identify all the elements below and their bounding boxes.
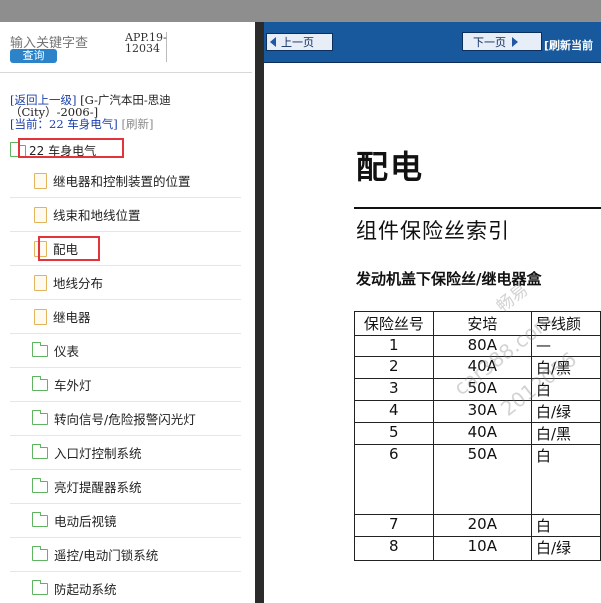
tree-item[interactable]: 继电器和控制装置的位置	[10, 164, 241, 198]
tree-item[interactable]: 线束和地线位置	[10, 198, 241, 232]
tree-item[interactable]: 入口灯控制系统	[10, 436, 241, 470]
table-row: 5 40A 白/黑	[354, 422, 601, 445]
table-cell: 白/黑	[531, 422, 601, 445]
refresh-current-link[interactable]: [刷新当前	[544, 37, 593, 53]
table-cell: 10A	[432, 536, 533, 561]
tree-item-label: 继电器	[53, 310, 91, 325]
folder-icon	[32, 477, 48, 493]
table-cell: 6	[354, 444, 434, 515]
tree-item-label: 车外灯	[54, 378, 92, 393]
tree-item[interactable]: 地线分布	[10, 266, 241, 300]
folder-icon	[32, 545, 48, 561]
current-value: 22 车身电气	[49, 117, 114, 131]
tree-item-label: 线束和地线位置	[53, 208, 141, 223]
highlight-box	[38, 236, 100, 261]
table-cell: 白/绿	[531, 400, 601, 423]
table-row: 4 30A 白/绿	[354, 400, 601, 423]
tree-item-label: 地线分布	[53, 276, 104, 291]
table-cell: 50A	[432, 444, 533, 515]
prev-page-label: 上一页	[281, 36, 314, 49]
folder-icon	[32, 511, 48, 527]
refresh-link[interactable]: [刷新]	[121, 117, 153, 131]
tree-item[interactable]: 转向信号/危险报警闪光灯	[10, 402, 241, 436]
table-cell: 白	[531, 444, 601, 515]
tree-item-label: 电动后视镜	[54, 514, 117, 529]
table-cell: 8	[354, 536, 434, 561]
tree-item[interactable]: 亮灯提醒器系统	[10, 470, 241, 504]
table-cell: 7	[354, 514, 434, 537]
tree-item-label: 继电器和控制装置的位置	[53, 174, 191, 189]
document-viewer: 上一页 下一页 [刷新当前 配电 组件保险丝索引 发动机盖下保险丝/继电器盒 保…	[264, 22, 601, 603]
file-icon	[34, 172, 47, 189]
current-label: [当前：	[10, 117, 49, 131]
tree-item-label: 遥控/电动门锁系统	[54, 548, 159, 563]
table-row: 8 10A 白/绿	[354, 536, 601, 561]
table-row: 7 20A 白	[354, 514, 601, 537]
doc-subtitle: 组件保险丝索引	[356, 219, 510, 243]
table-cell: 白/绿	[531, 536, 601, 561]
search-button[interactable]: 查询	[10, 49, 57, 63]
file-icon	[34, 206, 47, 223]
breadcrumb: [返回上一级] [G-广汽本田-思迪（City）-2006-] [当前：22 车…	[10, 94, 245, 130]
tree-item-label: 防起动系统	[54, 582, 117, 597]
table-header: 保险丝号	[354, 311, 434, 336]
next-page-button[interactable]: 下一页	[462, 32, 542, 51]
divider-line	[0, 72, 252, 73]
arrow-right-icon	[512, 36, 518, 47]
folder-icon	[32, 579, 48, 595]
next-page-label: 下一页	[473, 35, 506, 49]
file-icon	[34, 308, 47, 325]
doc-title: 配电	[356, 148, 425, 186]
tree-item[interactable]: 仪表	[10, 334, 241, 368]
tree-item[interactable]: 遥控/电动门锁系统	[10, 538, 241, 572]
viewer-toolbar: 上一页 下一页 [刷新当前	[264, 22, 601, 62]
current-close: ]	[113, 117, 118, 131]
pane-divider[interactable]	[255, 22, 264, 603]
file-icon	[34, 274, 47, 291]
tree-item-label: 转向信号/危险报警闪光灯	[54, 412, 196, 427]
folder-icon	[32, 409, 48, 425]
table-row: 6 50A 白	[354, 444, 601, 515]
doc-rule	[354, 207, 601, 209]
table-cell: 4	[354, 400, 434, 423]
table-cell: 40A	[432, 422, 533, 445]
arrow-left-icon	[270, 37, 276, 47]
table-cell: 3	[354, 378, 434, 401]
folder-icon	[32, 443, 48, 459]
tree-item[interactable]: 防起动系统	[10, 572, 241, 603]
tree-item[interactable]: 车外灯	[10, 368, 241, 402]
tree-item-label: 亮灯提醒器系统	[54, 480, 142, 495]
prev-page-button[interactable]: 上一页	[266, 33, 333, 51]
tree-item[interactable]: 继电器	[10, 300, 241, 334]
folder-icon	[32, 341, 48, 357]
left-panel: 查询 APP.19-12034 [返回上一级] [G-广汽本田-思迪（City）…	[0, 22, 255, 603]
tree-item-label: 入口灯控制系统	[54, 446, 142, 461]
tree-item-label: 仪表	[54, 344, 80, 359]
table-cell: 20A	[432, 514, 533, 537]
folder-icon	[32, 375, 48, 391]
highlight-box	[18, 138, 124, 158]
top-bar	[0, 0, 601, 22]
table-cell: 5	[354, 422, 434, 445]
toolbar-border	[264, 62, 601, 63]
table-cell: 白	[531, 514, 601, 537]
table-cell: 2	[354, 356, 434, 379]
tree-item[interactable]: 电动后视镜	[10, 504, 241, 538]
table-cell: 1	[354, 335, 434, 357]
app-code: APP.19-12034	[125, 32, 167, 62]
